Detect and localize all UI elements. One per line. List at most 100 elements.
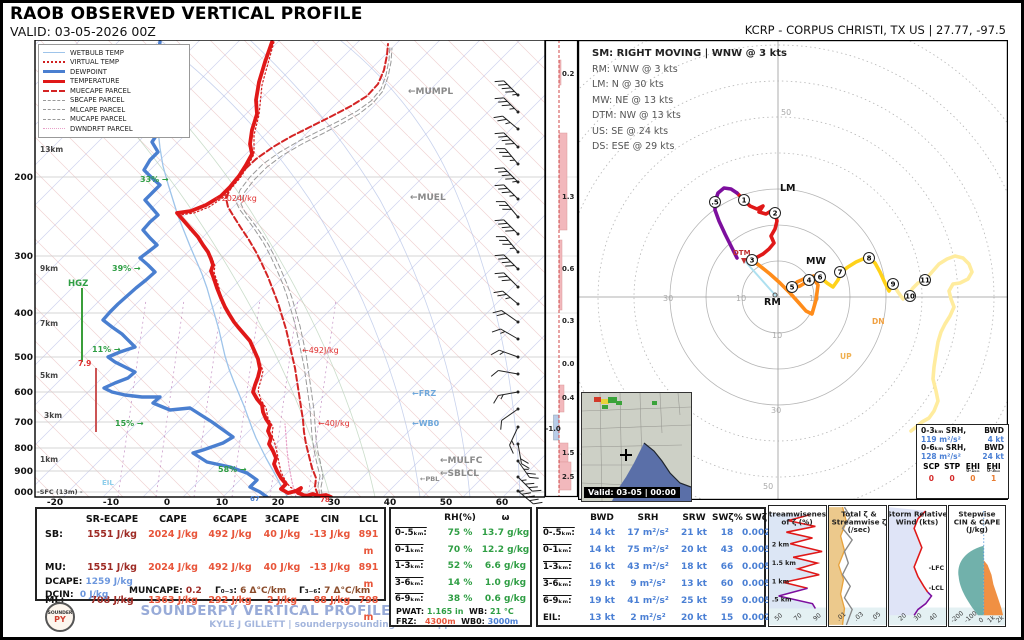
legend-label: TEMPERATURE bbox=[70, 77, 120, 86]
sounderpy-logo: SOUNDER PY bbox=[45, 602, 75, 632]
wb0-label: WB0: bbox=[461, 617, 485, 626]
frz-annotation: ←FRZ bbox=[412, 389, 436, 398]
cell: 40 J/kg bbox=[263, 529, 301, 540]
pressure-tick: 500 bbox=[14, 353, 33, 363]
cell: 492 J/kg bbox=[208, 529, 252, 540]
sbcape-swatch bbox=[43, 99, 65, 101]
logo-text-bottom: PY bbox=[54, 615, 66, 624]
station-title: KCRP - CORPUS CHRISTI, TX US | 27.77, -9… bbox=[744, 23, 1006, 37]
row-label: 6-9ₖₘ: bbox=[543, 596, 572, 606]
cell: -88 J/kg bbox=[309, 595, 351, 606]
x-tick: -20 bbox=[47, 498, 63, 506]
height-label: 1.5 km bbox=[772, 560, 796, 567]
panel-title: (J/kg) bbox=[966, 525, 988, 534]
wb-label: WB: bbox=[469, 607, 488, 616]
cell: 0.6 g/kg bbox=[484, 594, 527, 604]
rh-annotation: 58% → bbox=[218, 465, 247, 474]
col-header: SR-ECAPE bbox=[85, 514, 139, 525]
rh-annotation: 11% → bbox=[92, 345, 121, 354]
cell: 0.005 bbox=[742, 596, 771, 606]
cell: 6.6 g/kg bbox=[484, 561, 527, 571]
legend-label: SBCAPE PARCEL bbox=[70, 96, 125, 105]
x-tick: 10 bbox=[216, 498, 229, 506]
svg-text:1: 1 bbox=[742, 197, 747, 205]
cell: 15 bbox=[720, 613, 734, 623]
cape-annotation: ←492J/kg bbox=[302, 346, 339, 355]
cell: 43 bbox=[720, 545, 734, 555]
x-tick: 60 bbox=[496, 498, 509, 506]
mw-line: MW: NE @ 13 kts bbox=[592, 94, 674, 106]
row-label: EIL: bbox=[543, 613, 561, 623]
cell: 0.002 bbox=[742, 613, 771, 623]
row-label: SB: bbox=[45, 529, 63, 540]
height-label: 13km bbox=[40, 145, 63, 154]
cell: 0.002 bbox=[742, 528, 771, 538]
srh6-value: 128 m²/s² bbox=[921, 451, 961, 461]
legend-label: VIRTUAL TEMP bbox=[70, 58, 120, 67]
muncape-value: 0.2 bbox=[185, 586, 202, 596]
omega-value: -1.0 bbox=[546, 425, 561, 433]
surface-temp-f: 78 bbox=[320, 496, 330, 504]
lapse03-label: Γ₀₋₃: bbox=[215, 586, 237, 596]
cell: 891 m bbox=[358, 529, 379, 557]
pressure-tick: 700 bbox=[14, 418, 33, 428]
us-line: US: SE @ 24 kts bbox=[592, 125, 669, 137]
mlcape-swatch bbox=[43, 109, 65, 111]
ring-label: 50 bbox=[763, 482, 773, 491]
legend-item: VIRTUAL TEMP bbox=[43, 58, 185, 68]
lapse-annotation: 7.9 bbox=[78, 359, 91, 368]
svg-text:4: 4 bbox=[807, 277, 812, 285]
pressure-tick: 400 bbox=[14, 309, 33, 319]
ring-label: 10 bbox=[772, 331, 782, 340]
panel-title: (/sec) bbox=[848, 525, 871, 534]
cell: 18 bbox=[720, 528, 734, 538]
cell: 19 kt bbox=[589, 579, 615, 589]
row-label: 0-.5ₖₘ: bbox=[395, 528, 427, 538]
cell: 25 kt bbox=[681, 596, 707, 606]
omega-value: 0.4 bbox=[562, 394, 575, 402]
pwat-value: 1.165 in bbox=[426, 607, 464, 616]
rm-line: RM: WNW @ 3 kts bbox=[592, 63, 678, 75]
dcin-label: DCIN: bbox=[45, 590, 74, 600]
dewpoint-swatch bbox=[43, 70, 65, 74]
dcin-value: 0 J/kg bbox=[79, 590, 109, 600]
cell: 9 m²/s² bbox=[630, 579, 666, 589]
muncape-label: MUNCAPE: bbox=[129, 586, 183, 596]
cell: 52 % bbox=[447, 561, 473, 571]
dcape-value: 1259 J/kg bbox=[85, 577, 133, 587]
height-label: 3km bbox=[44, 411, 62, 420]
vertical-velocity-panel: 0.2 1.3 0.6 0.3 0.0 0.4 -1.0 1.5 2.5 bbox=[545, 40, 578, 498]
cell: 75 m²/s² bbox=[627, 545, 669, 555]
cell: 1551 J/kg bbox=[87, 529, 137, 540]
x-tick: 0 bbox=[164, 498, 170, 506]
cell: -13 J/kg bbox=[309, 529, 351, 540]
thermo-table: SR-ECAPE CAPE 6CAPE 3CAPE CIN LCL SB: 15… bbox=[35, 507, 386, 623]
storm-relative-wind-panel: Storm Relative Wind (kts) -LFC -LCL 20 3… bbox=[888, 505, 947, 627]
col-header: 6CAPE bbox=[212, 514, 248, 525]
moisture-table: RH(%) ω 0-.5ₖₘ: 75 % 13.7 g/kg 0-1ₖₘ: 70… bbox=[389, 507, 532, 627]
mumpl-annotation: ←MUMPL bbox=[408, 87, 453, 97]
lm-line: LM: N @ 30 kts bbox=[592, 79, 664, 90]
lfc-label: -LFC bbox=[929, 565, 945, 572]
height-label: 2 km bbox=[772, 542, 790, 549]
row-label: 3-6ₖₘ: bbox=[395, 577, 424, 588]
eil-annotation: EIL bbox=[102, 479, 114, 487]
lapse36-label: Γ₃₋₆: bbox=[299, 586, 321, 596]
cell: 2 J/kg bbox=[266, 595, 298, 606]
dcape-label: DCAPE: bbox=[45, 577, 83, 587]
svg-text:6: 6 bbox=[818, 274, 823, 282]
cell: 0.005 bbox=[742, 562, 771, 572]
omega-value: 2.5 bbox=[562, 473, 575, 481]
legend-label: DEWPOINT bbox=[70, 67, 107, 76]
virtual-temp-swatch bbox=[43, 61, 65, 64]
cell: 0.005 bbox=[742, 545, 771, 555]
omega-value: 1.3 bbox=[562, 193, 575, 201]
cell: 19 kt bbox=[589, 596, 615, 606]
col-header: LCL bbox=[358, 514, 379, 525]
up-label: UP bbox=[840, 352, 852, 361]
cell: 292 J/kg bbox=[208, 595, 252, 606]
cell: 59 bbox=[720, 596, 734, 606]
cell: 13.7 g/kg bbox=[481, 528, 530, 538]
omega-value: 1.5 bbox=[562, 449, 575, 457]
height-label: 7km bbox=[40, 319, 58, 328]
